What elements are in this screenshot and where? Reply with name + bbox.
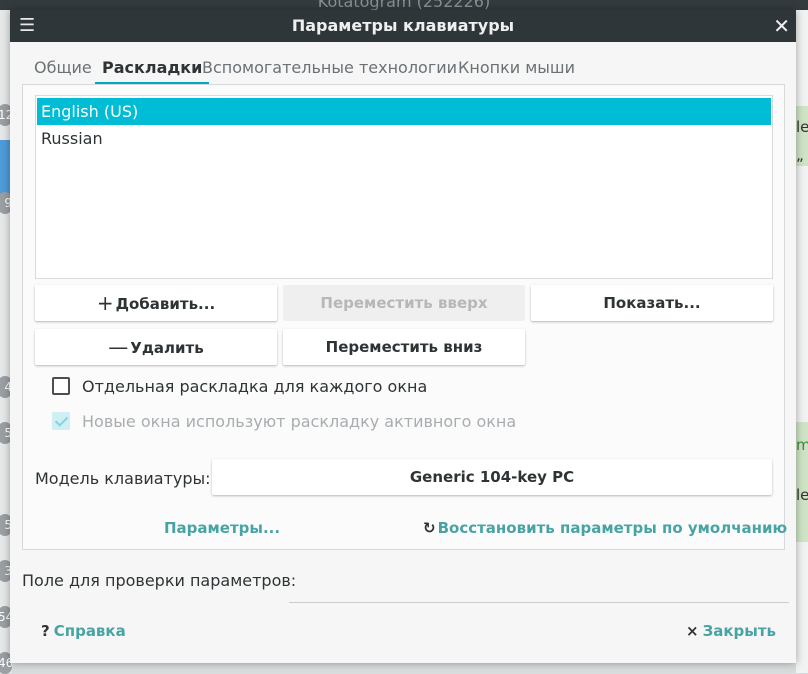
close-small-icon: ×: [686, 622, 699, 640]
question-icon: ?: [41, 622, 50, 640]
new-windows-checkbox: [52, 412, 70, 430]
close-button[interactable]: × Закрыть: [686, 620, 776, 642]
remove-layout-button[interactable]: — Удалить: [35, 329, 277, 365]
per-window-label: Отдельная раскладка для каждого окна: [82, 377, 428, 396]
background-window-titlebar: Kotatogram (252226): [0, 0, 808, 10]
keyboard-model-label: Модель клавиатуры:: [35, 469, 211, 488]
tab-layouts[interactable]: Раскладки: [95, 52, 210, 84]
tab-general[interactable]: Общие: [27, 52, 99, 84]
background-message-text: le: [796, 118, 808, 136]
show-layout-button[interactable]: Показать...: [531, 285, 773, 321]
background-message-text: „: [796, 146, 804, 164]
minus-icon: —: [108, 335, 129, 359]
keyboard-model-select[interactable]: Generic 104-key PC: [212, 459, 772, 495]
dialog-titlebar: ☰ Параметры клавиатуры ✕: [10, 10, 796, 42]
dialog-title: Параметры клавиатуры: [291, 16, 515, 35]
restore-defaults-link[interactable]: ↻ Восстановить параметры по умолчанию: [423, 517, 787, 539]
list-item[interactable]: English (US): [37, 98, 771, 125]
per-window-checkbox[interactable]: [52, 377, 70, 395]
remove-layout-label: Удалить: [130, 339, 204, 357]
help-button[interactable]: ? Справка: [41, 620, 126, 642]
move-up-label: Переместить вверх: [320, 294, 488, 312]
move-up-button[interactable]: Переместить вверх: [283, 285, 525, 321]
plus-icon: +: [96, 291, 114, 315]
close-label: Закрыть: [702, 622, 777, 640]
refresh-icon: ↻: [423, 519, 436, 537]
layout-list[interactable]: English (US) Russian: [35, 95, 773, 279]
list-item[interactable]: Russian: [37, 125, 771, 152]
test-input[interactable]: [289, 570, 789, 603]
close-icon[interactable]: ✕: [773, 14, 790, 38]
add-layout-label: Добавить...: [115, 295, 216, 313]
background-window-title: Kotatogram (252226): [317, 0, 491, 10]
restore-defaults-label: Восстановить параметры по умолчанию: [437, 519, 788, 537]
add-layout-button[interactable]: + Добавить...: [35, 285, 277, 321]
background-message-text: le: [796, 486, 808, 504]
keyboard-settings-dialog: ☰ Параметры клавиатуры ✕ Общие Раскладки…: [10, 10, 796, 663]
per-window-layout-option[interactable]: Отдельная раскладка для каждого окна: [52, 376, 552, 398]
move-down-label: Переместить вниз: [325, 338, 483, 356]
background-message-text: m: [796, 436, 808, 454]
help-label: Справка: [53, 622, 126, 640]
test-field-label: Поле для проверки параметров:: [22, 571, 297, 590]
new-windows-label: Новые окна используют раскладку активног…: [82, 412, 517, 431]
options-link[interactable]: Параметры...: [164, 517, 280, 539]
move-down-button[interactable]: Переместить вниз: [283, 329, 525, 365]
tab-accessibility[interactable]: Вспомогательные технологии: [195, 52, 464, 84]
background-chat-area-edge: le „ m le: [796, 10, 808, 673]
tab-mouse-buttons[interactable]: Кнопки мыши: [451, 52, 582, 84]
show-layout-label: Показать...: [603, 294, 701, 312]
new-windows-layout-option: Новые окна используют раскладку активног…: [52, 411, 652, 433]
layouts-panel: English (US) Russian + Добавить... Переме…: [22, 84, 787, 550]
keyboard-model-value: Generic 104-key PC: [409, 468, 575, 486]
